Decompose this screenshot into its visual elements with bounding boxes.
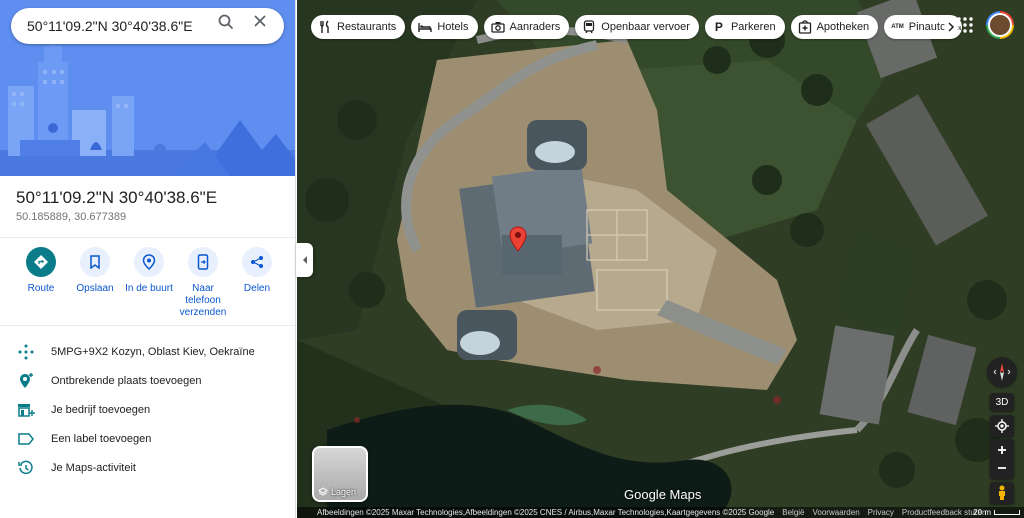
map-footer: Afbeeldingen ©2025 Maxar Technologies,Af… bbox=[297, 507, 1024, 518]
transit-icon bbox=[582, 20, 596, 34]
chip-label: Openbaar vervoer bbox=[601, 21, 690, 33]
camera-icon bbox=[490, 20, 505, 34]
action-buttons: Route Opslaan In de buurt Naar telefoon … bbox=[14, 247, 284, 319]
add-business-row[interactable]: Je bedrijf toevoegen bbox=[0, 395, 295, 424]
hotel-icon bbox=[418, 20, 433, 34]
nearby-icon bbox=[134, 247, 164, 277]
restaurant-icon bbox=[318, 20, 332, 34]
chip-transit[interactable]: Openbaar vervoer bbox=[575, 15, 699, 39]
map-canvas[interactable]: Restaurants Hotels Aanraders Openbaar ve… bbox=[297, 0, 1024, 518]
send-to-phone-icon bbox=[188, 247, 218, 277]
chip-label: Apotheken bbox=[816, 21, 870, 33]
category-chips: Restaurants Hotels Aanraders Openbaar ve… bbox=[311, 15, 963, 39]
imagery-credits: Afbeeldingen ©2025 Maxar Technologies,Af… bbox=[317, 508, 775, 517]
route-label: Route bbox=[27, 283, 55, 294]
chip-atms[interactable]: ATM Pinautomaten bbox=[884, 15, 963, 39]
add-business-text: Je bedrijf toevoegen bbox=[51, 403, 151, 416]
chip-pharmacies[interactable]: Apotheken bbox=[790, 15, 879, 39]
route-button[interactable]: Route bbox=[14, 247, 68, 319]
clear-search-button[interactable] bbox=[253, 14, 277, 38]
chip-attractions[interactable]: Aanraders bbox=[483, 15, 570, 39]
divider bbox=[0, 237, 295, 238]
nearby-label: In de buurt bbox=[125, 283, 173, 294]
nearby-button[interactable]: In de buurt bbox=[122, 247, 176, 319]
scale-bar[interactable]: 20 m bbox=[973, 508, 1020, 517]
chip-restaurants[interactable]: Restaurants bbox=[311, 15, 406, 39]
atm-icon: ATM bbox=[891, 24, 904, 30]
footer-link-privacy[interactable]: Privacy bbox=[868, 508, 894, 517]
save-label: Opslaan bbox=[76, 283, 114, 294]
search-button[interactable] bbox=[218, 14, 242, 38]
details-list: 5MPG+9X2 Kozyn, Oblast Kiev, Oekraïne On… bbox=[0, 337, 295, 482]
close-icon bbox=[254, 15, 266, 27]
layers-label: Lagen bbox=[331, 487, 357, 497]
my-location-button[interactable] bbox=[990, 415, 1014, 437]
add-label-row[interactable]: Een label toevoegen bbox=[0, 424, 295, 453]
hero-illustration bbox=[0, 0, 295, 176]
add-place-text: Ontbrekende plaats toevoegen bbox=[51, 374, 202, 387]
chip-label: Restaurants bbox=[337, 21, 397, 33]
google-maps-logo: Google Maps bbox=[624, 487, 702, 502]
search-input[interactable] bbox=[27, 18, 217, 34]
tilt-3d-label: 3D bbox=[995, 396, 1009, 408]
directions-icon bbox=[26, 247, 56, 277]
scale-label: 20 m bbox=[973, 508, 991, 517]
maps-activity-row[interactable]: Je Maps-activiteit bbox=[0, 453, 295, 482]
history-icon bbox=[16, 458, 36, 478]
search-icon bbox=[218, 14, 234, 30]
bookmark-icon bbox=[80, 247, 110, 277]
collapse-panel-button[interactable] bbox=[296, 243, 313, 277]
footer-link-terms[interactable]: Voorwaarden bbox=[813, 508, 860, 517]
chip-label: Aanraders bbox=[509, 21, 561, 33]
divider bbox=[0, 325, 295, 326]
chevron-left-icon bbox=[302, 256, 307, 264]
avatar-image bbox=[988, 13, 1012, 37]
add-place-icon bbox=[16, 371, 36, 391]
footer-link-country[interactable]: België bbox=[782, 508, 804, 517]
plus-code-text: 5MPG+9X2 Kozyn, Oblast Kiev, Oekraïne bbox=[51, 345, 255, 358]
chip-parking[interactable]: P Parkeren bbox=[704, 15, 785, 39]
send-to-phone-label: Naar telefoon verzenden bbox=[179, 283, 227, 318]
share-button[interactable]: Delen bbox=[230, 247, 284, 319]
apps-grid-icon[interactable] bbox=[956, 16, 974, 34]
search-box[interactable] bbox=[11, 8, 284, 44]
tilt-3d-button[interactable]: 3D bbox=[990, 393, 1014, 411]
scale-bar-line bbox=[994, 510, 1020, 515]
zoom-controls bbox=[990, 439, 1014, 479]
share-icon bbox=[242, 247, 272, 277]
chip-hotels[interactable]: Hotels bbox=[411, 15, 478, 39]
place-title: 50°11'09.2"N 30°40'38.6"E bbox=[16, 188, 218, 207]
plus-code-row[interactable]: 5MPG+9X2 Kozyn, Oblast Kiev, Oekraïne bbox=[0, 337, 295, 366]
save-button[interactable]: Opslaan bbox=[68, 247, 122, 319]
side-panel: 50°11'09.2"N 30°40'38.6"E 50.185889, 30.… bbox=[0, 0, 296, 518]
compass-button[interactable] bbox=[987, 357, 1017, 387]
account-avatar[interactable] bbox=[986, 11, 1014, 39]
add-business-icon bbox=[16, 400, 36, 420]
chip-label: Parkeren bbox=[730, 21, 776, 33]
place-decimal-coordinates: 50.185889, 30.677389 bbox=[16, 211, 127, 223]
send-to-phone-button[interactable]: Naar telefoon verzenden bbox=[176, 247, 230, 319]
add-label-text: Een label toevoegen bbox=[51, 432, 152, 445]
label-icon bbox=[16, 429, 36, 449]
zoom-out-icon[interactable] bbox=[997, 463, 1007, 473]
compass-icon bbox=[993, 363, 1011, 381]
zoom-in-icon[interactable] bbox=[997, 445, 1007, 455]
layers-icon bbox=[318, 487, 328, 496]
parking-icon: P bbox=[714, 20, 723, 34]
add-place-row[interactable]: Ontbrekende plaats toevoegen bbox=[0, 366, 295, 395]
layers-label-wrap: Lagen bbox=[318, 487, 356, 497]
plus-code-icon bbox=[16, 342, 36, 362]
location-pin-icon[interactable] bbox=[509, 226, 527, 252]
layers-button[interactable]: Lagen bbox=[312, 446, 368, 502]
pharmacy-icon bbox=[798, 20, 812, 34]
pegman-icon bbox=[999, 485, 1005, 500]
my-location-icon bbox=[995, 419, 1009, 433]
maps-activity-text: Je Maps-activiteit bbox=[51, 461, 136, 474]
share-label: Delen bbox=[243, 283, 271, 294]
street-view-pegman[interactable] bbox=[990, 482, 1014, 504]
chip-label: Hotels bbox=[437, 21, 469, 33]
satellite-imagery bbox=[297, 0, 1024, 518]
